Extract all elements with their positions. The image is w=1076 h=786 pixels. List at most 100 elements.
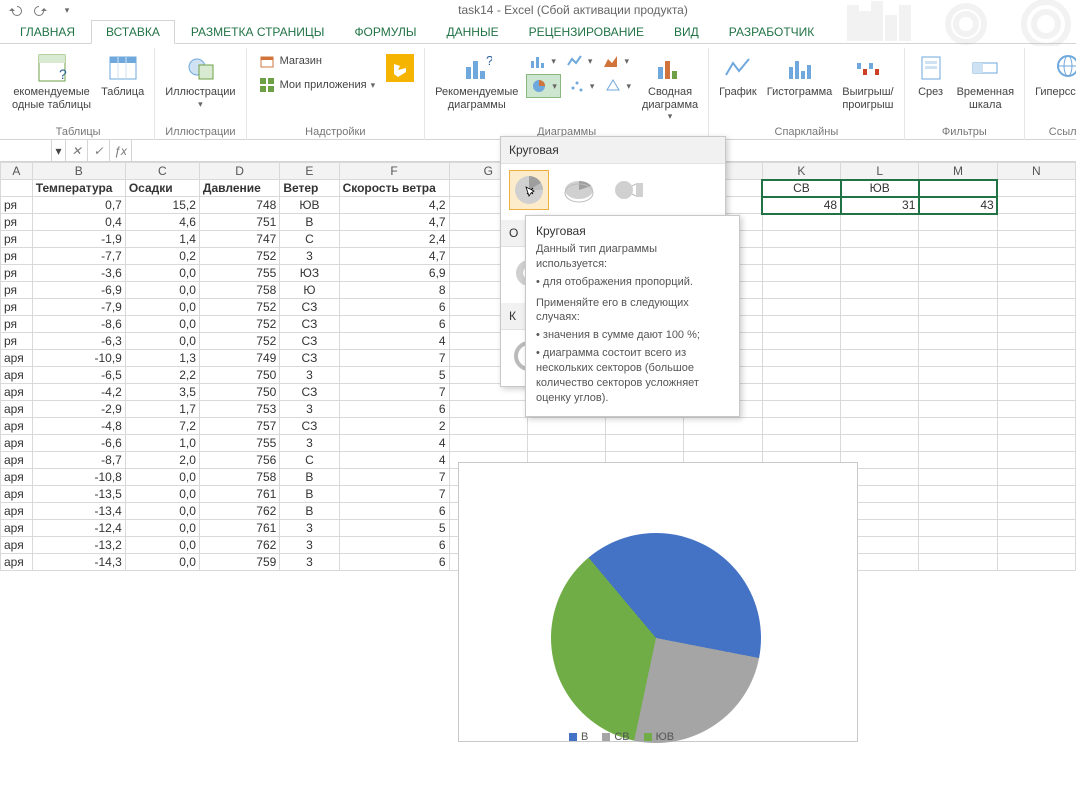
cell[interactable]: 0,2 [125,248,199,265]
cell[interactable]: ря [1,316,33,333]
cell[interactable]: Ю [280,282,339,299]
cell[interactable]: 761 [199,486,279,503]
slicer-button[interactable]: Срез [913,50,949,101]
cell[interactable]: 759 [199,554,279,571]
cell[interactable]: -6,3 [32,333,125,350]
cell[interactable]: ря [1,282,33,299]
cell[interactable]: -10,9 [32,350,125,367]
cell[interactable]: 3 [280,367,339,384]
cell[interactable]: 7,2 [125,418,199,435]
cell[interactable]: 3 [280,435,339,452]
qat-dropdown-icon[interactable] [58,1,76,19]
col-K[interactable]: K [762,163,840,180]
cell[interactable]: 7 [339,384,449,401]
cell[interactable]: СЗ [280,350,339,367]
cell[interactable] [997,265,1075,282]
cell[interactable]: аря [1,452,33,469]
cell[interactable]: 747 [199,231,279,248]
cell[interactable] [997,554,1075,571]
cell[interactable] [841,401,919,418]
cell[interactable]: 1,3 [125,350,199,367]
cell[interactable]: 5 [339,367,449,384]
cell[interactable]: аря [1,486,33,503]
cell[interactable]: 0,7 [32,197,125,214]
cell[interactable]: 4,6 [125,214,199,231]
cell[interactable]: 756 [199,452,279,469]
cell[interactable]: 1,0 [125,435,199,452]
enter-formula-icon[interactable]: ✓ [88,140,110,161]
timeline-button[interactable]: Временная шкала [955,50,1016,113]
pie-2d-option[interactable] [509,170,549,210]
cell[interactable]: 762 [199,537,279,554]
cell[interactable] [684,418,762,435]
cell[interactable] [919,265,997,282]
cell[interactable] [762,401,840,418]
cell[interactable]: 6,9 [339,265,449,282]
cell[interactable]: Температура [32,180,125,197]
cell[interactable] [841,214,919,231]
cell[interactable] [997,316,1075,333]
tab-review[interactable]: РЕЦЕНЗИРОВАНИЕ [515,21,658,43]
cell[interactable] [841,316,919,333]
col-A[interactable]: A [1,163,33,180]
cell[interactable] [527,435,605,452]
cell[interactable] [762,418,840,435]
sparkline-column-button[interactable]: Гистограмма [765,50,835,101]
cell[interactable]: аря [1,537,33,554]
name-box[interactable] [0,140,52,161]
cell[interactable] [919,231,997,248]
cell[interactable]: 1,4 [125,231,199,248]
insert-pie-chart-button[interactable] [526,74,561,98]
cell[interactable] [762,282,840,299]
cell[interactable]: 0,0 [125,282,199,299]
col-M[interactable]: M [919,163,997,180]
cell[interactable]: 3 [280,401,339,418]
tab-developer[interactable]: РАЗРАБОТЧИК [715,21,829,43]
cell[interactable] [997,418,1075,435]
cell[interactable]: 749 [199,350,279,367]
cell[interactable]: 3 [280,554,339,571]
cell[interactable]: 8 [339,282,449,299]
cell[interactable] [997,350,1075,367]
cell[interactable]: ря [1,197,33,214]
cell[interactable] [997,401,1075,418]
cell[interactable]: -13,4 [32,503,125,520]
cell[interactable] [606,435,684,452]
cell[interactable] [997,503,1075,520]
cell[interactable] [762,248,840,265]
cell[interactable] [841,367,919,384]
cell[interactable] [841,333,919,350]
cell[interactable]: аря [1,350,33,367]
cell[interactable]: 6 [339,299,449,316]
col-E[interactable]: E [280,163,339,180]
cell[interactable]: ря [1,248,33,265]
cell[interactable] [449,435,527,452]
cell[interactable]: -4,2 [32,384,125,401]
cell[interactable]: 0,4 [32,214,125,231]
cell[interactable]: 752 [199,316,279,333]
cell[interactable] [997,197,1075,214]
cell[interactable] [841,384,919,401]
recommended-pivottables-button[interactable]: ? екомендуемые одные таблицы [10,50,93,113]
cell[interactable]: ЮЗ [280,265,339,282]
sparkline-winloss-button[interactable]: Выигрыш/ проигрыш [840,50,895,113]
redo-icon[interactable] [32,1,50,19]
cell[interactable]: В [280,486,339,503]
cell[interactable]: СЗ [280,299,339,316]
cell[interactable]: 6 [339,316,449,333]
cell[interactable]: Скорость ветра [339,180,449,197]
cell[interactable]: -10,8 [32,469,125,486]
cell[interactable] [919,418,997,435]
cell[interactable]: 758 [199,469,279,486]
col-F[interactable]: F [339,163,449,180]
cell[interactable] [841,299,919,316]
cell[interactable]: 4 [339,452,449,469]
cell[interactable]: 753 [199,401,279,418]
cell[interactable] [762,350,840,367]
cell[interactable] [919,435,997,452]
cell[interactable]: 43 [919,197,997,214]
cell[interactable]: 0,0 [125,265,199,282]
cell[interactable]: 758 [199,282,279,299]
cell[interactable] [919,520,997,537]
cell[interactable] [762,367,840,384]
